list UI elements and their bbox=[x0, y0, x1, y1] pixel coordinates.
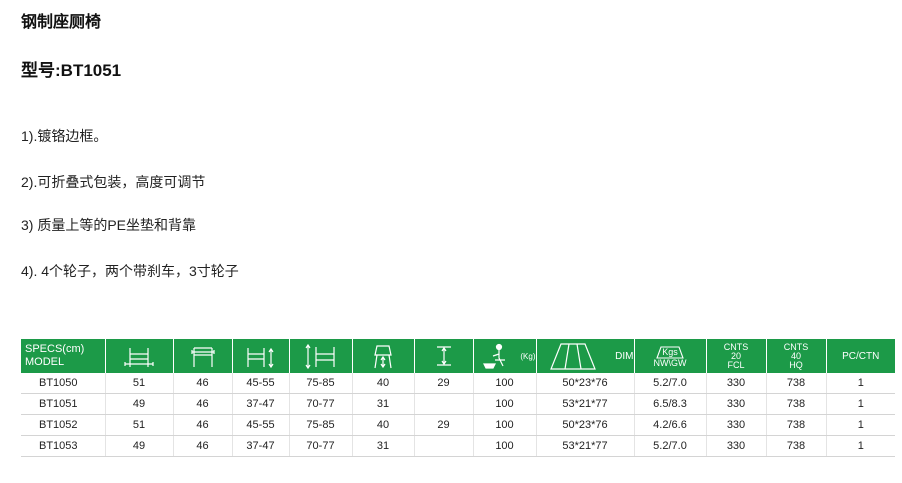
table-cell: 31 bbox=[352, 393, 415, 415]
table-cell: 53*21*77 bbox=[536, 435, 635, 457]
product-title: 钢制座厕椅 bbox=[21, 14, 102, 31]
table-cell: 40 bbox=[352, 373, 415, 394]
table-cell: 1 bbox=[826, 373, 895, 394]
table-row: BT1053 49 46 37-47 70-77 31 100 53*21*77 5.2/7.0… bbox=[21, 435, 895, 457]
table-cell: 45-55 bbox=[232, 414, 290, 436]
table-cell: 330 bbox=[706, 414, 767, 436]
header-total-height bbox=[289, 339, 353, 373]
seat-width-icon bbox=[190, 347, 215, 367]
specs-model-header: SPECS(cm) MODEL bbox=[21, 339, 106, 373]
header-seat-width bbox=[173, 339, 233, 373]
table-cell: 37-47 bbox=[232, 393, 290, 415]
table-cell: 4.2/6.6 bbox=[634, 414, 707, 436]
table-cell: 46 bbox=[173, 393, 233, 415]
cnts20-line3: FCL bbox=[727, 359, 745, 370]
table-cell: 75-85 bbox=[289, 414, 353, 436]
table-cell: 6.5/8.3 bbox=[634, 393, 707, 415]
header-seat-depth bbox=[352, 339, 415, 373]
table-row: BT1052 51 46 45-55 75-85 40 29 100 50*23*76 4.2/6… bbox=[21, 414, 895, 436]
model-label: MODEL bbox=[25, 356, 65, 368]
carton-dim-wrap: DIM bbox=[537, 341, 634, 371]
table-cell: 37-47 bbox=[232, 435, 290, 457]
table-cell: 330 bbox=[706, 373, 767, 394]
table-cell: 330 bbox=[706, 435, 767, 457]
table-cell: 31 bbox=[352, 435, 415, 457]
feature-1: 1).镀铬边框。 bbox=[21, 128, 108, 144]
table-cell: 29 bbox=[414, 414, 474, 436]
table-cell: 330 bbox=[706, 393, 767, 415]
table-cell: 1 bbox=[826, 414, 895, 436]
max-load-icon bbox=[483, 343, 506, 369]
table-cell: 29 bbox=[414, 373, 474, 394]
seat-height-icon bbox=[436, 346, 451, 366]
header-cnts-20: CNTS 20 FCL bbox=[706, 339, 767, 373]
model-number: 型号:BT1051 bbox=[21, 61, 122, 80]
feature-4: 4). 4个轮子，两个带刹车，3寸轮子 bbox=[21, 263, 239, 279]
total-height-icon bbox=[305, 343, 335, 370]
header-carton-dimension: DIM bbox=[536, 339, 635, 373]
model-cell: BT1051 bbox=[21, 393, 106, 415]
table-cell: 5.2/7.0 bbox=[634, 435, 707, 457]
table-cell: 51 bbox=[105, 414, 174, 436]
table-cell: 1 bbox=[826, 393, 895, 415]
header-pc-ctn: PC/CTN bbox=[826, 339, 895, 373]
table-cell bbox=[414, 435, 474, 457]
table-cell: 53*21*77 bbox=[536, 393, 635, 415]
table-cell: 40 bbox=[352, 414, 415, 436]
carton-dimension-icon bbox=[549, 343, 596, 370]
chair-width-icon bbox=[124, 348, 154, 367]
table-cell: 75-85 bbox=[289, 373, 353, 394]
table-cell: 100 bbox=[473, 435, 537, 457]
table-cell: 100 bbox=[473, 373, 537, 394]
table-cell: 70-77 bbox=[289, 435, 353, 457]
seat-height-adjust-icon bbox=[246, 347, 273, 369]
specs-unit-label: SPECS(cm) bbox=[25, 343, 85, 355]
header-weight: Kgs NW\GW bbox=[634, 339, 707, 373]
seat-depth-icon bbox=[374, 345, 392, 369]
table-cell: 738 bbox=[766, 393, 827, 415]
header-seat-height bbox=[414, 339, 474, 373]
dim-label: DIM bbox=[615, 350, 634, 362]
table-cell: 50*23*76 bbox=[536, 373, 635, 394]
header-max-load: (Kg) bbox=[473, 339, 537, 373]
table-cell: 5.2/7.0 bbox=[634, 373, 707, 394]
table-cell: 45-55 bbox=[232, 373, 290, 394]
specs-table: SPECS(cm) MODEL (Kg) DIM Kgs NW\GW CNTS … bbox=[21, 339, 895, 457]
model-cell: BT1052 bbox=[21, 414, 106, 436]
table-cell: 46 bbox=[173, 414, 233, 436]
table-cell: 51 bbox=[105, 373, 174, 394]
table-cell: 70-77 bbox=[289, 393, 353, 415]
header-seat-height-adjust bbox=[232, 339, 290, 373]
header-chair-width bbox=[105, 339, 174, 373]
kg-label: (Kg) bbox=[520, 351, 536, 361]
table-cell: 738 bbox=[766, 435, 827, 457]
table-cell: 49 bbox=[105, 435, 174, 457]
nwgw-label: NW\GW bbox=[653, 357, 687, 368]
table-cell: 100 bbox=[473, 414, 537, 436]
table-cell: 46 bbox=[173, 435, 233, 457]
table-cell: 100 bbox=[473, 393, 537, 415]
table-cell: 738 bbox=[766, 373, 827, 394]
table-header-row: SPECS(cm) MODEL (Kg) DIM Kgs NW\GW CNTS … bbox=[21, 339, 895, 373]
cnts40-line3: HQ bbox=[789, 359, 803, 370]
table-cell: 49 bbox=[105, 393, 174, 415]
table-cell: 1 bbox=[826, 435, 895, 457]
model-cell: BT1050 bbox=[21, 373, 106, 394]
model-cell: BT1053 bbox=[21, 435, 106, 457]
table-cell: 738 bbox=[766, 414, 827, 436]
feature-3: 3) 质量上等的PE坐垫和背靠 bbox=[21, 217, 197, 233]
table-cell: 46 bbox=[173, 373, 233, 394]
max-load-wrap: (Kg) bbox=[474, 342, 536, 370]
table-row: BT1050 51 46 45-55 75-85 40 29 100 50*23*76 5.2/7… bbox=[21, 373, 895, 394]
kgs-label: Kgs bbox=[662, 346, 678, 357]
header-cnts-40: CNTS 40 HQ bbox=[766, 339, 827, 373]
table-cell: 50*23*76 bbox=[536, 414, 635, 436]
feature-2: 2).可折叠式包装，高度可调节 bbox=[21, 174, 206, 190]
table-cell bbox=[414, 393, 474, 415]
table-row: BT1051 49 46 37-47 70-77 31 100 53*21*77 6.5/8.3… bbox=[21, 393, 895, 415]
